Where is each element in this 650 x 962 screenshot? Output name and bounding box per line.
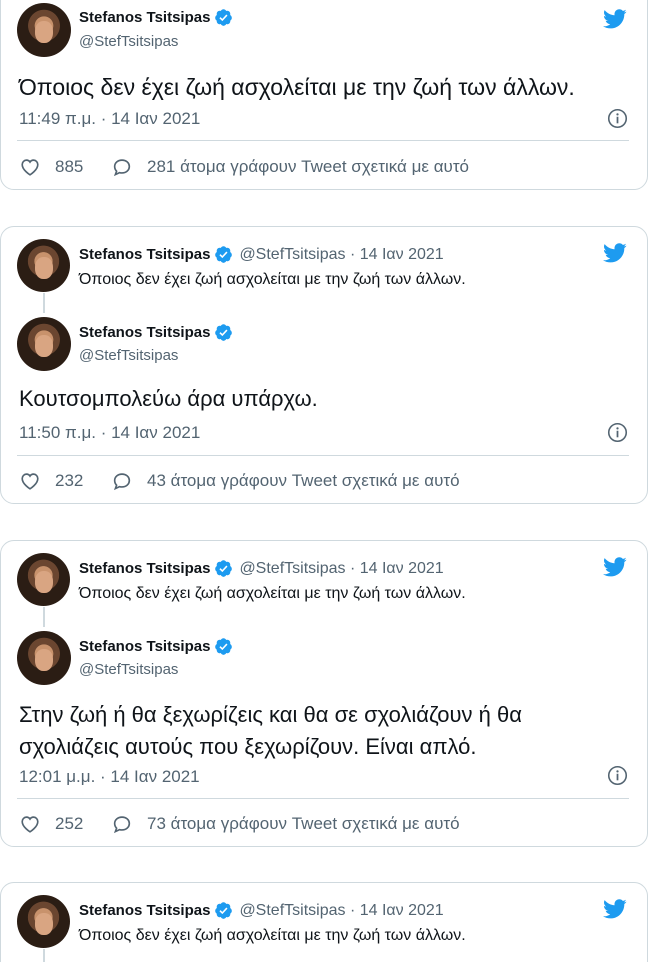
tweet-card-2[interactable]: Stefanos Tsitsipas @StefTsitsipas · 14 Ι… xyxy=(0,226,648,504)
divider xyxy=(17,455,629,456)
twitter-bird-icon[interactable] xyxy=(601,897,629,921)
author-name[interactable]: Stefanos Tsitsipas xyxy=(79,8,233,27)
tweet-timestamp[interactable]: 11:49 π.μ. · 14 Ιαν 2021 xyxy=(19,109,200,129)
author-name[interactable]: Stefanos Tsitsipas xyxy=(79,637,233,656)
quoted-handle-date: @StefTsitsipas · 14 Ιαν 2021 xyxy=(239,559,444,577)
reply-bubble-icon xyxy=(113,816,131,834)
quoted-author-name[interactable]: Stefanos Tsitsipas @StefTsitsipas · 14 Ι… xyxy=(79,559,444,578)
avatar[interactable] xyxy=(17,631,71,685)
like-button[interactable]: 885 xyxy=(19,156,83,178)
tweet-text-line-2: σχολιάζεις αυτούς που ξεχωρίζουν. Είναι … xyxy=(19,734,477,759)
tweet-text: Όποιος δεν έχει ζωή ασχολείται με την ζω… xyxy=(19,74,575,100)
avatar[interactable] xyxy=(17,3,71,57)
replies-link[interactable]: 43 άτομα γράφουν Tweet σχετικά με αυτό xyxy=(111,470,460,492)
verified-badge-icon xyxy=(215,324,233,341)
verified-badge-icon xyxy=(215,9,233,26)
tweet-card-4[interactable]: Stefanos Tsitsipas @StefTsitsipas · 14 Ι… xyxy=(0,882,648,962)
twitter-bird-icon[interactable] xyxy=(601,555,629,579)
tweet-timestamp[interactable]: 12:01 μ.μ. · 14 Ιαν 2021 xyxy=(19,767,200,787)
like-count: 885 xyxy=(55,157,84,176)
reply-bubble-icon xyxy=(113,473,131,491)
like-count: 252 xyxy=(55,814,84,833)
twitter-bird-icon[interactable] xyxy=(601,241,629,265)
info-icon[interactable] xyxy=(607,422,628,443)
author-handle[interactable]: @StefTsitsipas xyxy=(79,33,178,50)
author-handle[interactable]: @StefTsitsipas xyxy=(79,347,178,364)
divider xyxy=(17,798,629,799)
verified-badge-icon xyxy=(215,638,233,655)
avatar[interactable] xyxy=(17,553,70,606)
thread-line xyxy=(43,949,45,962)
replies-text: 73 άτομα γράφουν Tweet σχετικά με αυτό xyxy=(147,814,460,833)
replies-link[interactable]: 73 άτομα γράφουν Tweet σχετικά με αυτό xyxy=(111,813,460,835)
tweet-card-3[interactable]: Stefanos Tsitsipas @StefTsitsipas · 14 Ι… xyxy=(0,540,648,847)
quoted-handle-date: @StefTsitsipas · 14 Ιαν 2021 xyxy=(239,901,444,919)
quoted-text: Όποιος δεν έχει ζωή ασχολείται με την ζω… xyxy=(79,271,466,288)
replies-link[interactable]: 281 άτομα γράφουν Tweet σχετικά με αυτό xyxy=(111,156,469,178)
verified-badge-icon xyxy=(215,246,233,263)
avatar[interactable] xyxy=(17,239,70,292)
quoted-handle-date: @StefTsitsipas · 14 Ιαν 2021 xyxy=(239,245,444,263)
quoted-text: Όποιος δεν έχει ζωή ασχολείται με την ζω… xyxy=(79,927,466,944)
quoted-author-name[interactable]: Stefanos Tsitsipas @StefTsitsipas · 14 Ι… xyxy=(79,901,444,920)
thread-line xyxy=(43,607,45,627)
reply-bubble-icon xyxy=(113,159,131,177)
twitter-bird-icon[interactable] xyxy=(601,7,629,31)
heart-icon xyxy=(21,159,39,176)
quoted-text: Όποιος δεν έχει ζωή ασχολείται με την ζω… xyxy=(79,585,466,602)
like-button[interactable]: 232 xyxy=(19,470,83,492)
replies-text: 43 άτομα γράφουν Tweet σχετικά με αυτό xyxy=(147,471,460,490)
author-name[interactable]: Stefanos Tsitsipas xyxy=(79,323,233,342)
tweet-text-line-1: Στην ζωή ή θα ξεχωρίζεις και θα σε σχολι… xyxy=(19,702,522,727)
quoted-author-name[interactable]: Stefanos Tsitsipas @StefTsitsipas · 14 Ι… xyxy=(79,245,444,264)
like-count: 232 xyxy=(55,471,84,490)
tweet-card-1[interactable]: Stefanos Tsitsipas @StefTsitsipas Όποιος… xyxy=(0,0,648,190)
info-icon[interactable] xyxy=(607,765,628,786)
heart-icon xyxy=(21,816,39,833)
avatar[interactable] xyxy=(17,317,71,371)
heart-icon xyxy=(21,473,39,490)
thread-line xyxy=(43,293,45,313)
avatar[interactable] xyxy=(17,895,70,948)
info-icon[interactable] xyxy=(607,108,628,129)
verified-badge-icon xyxy=(215,560,233,577)
verified-badge-icon xyxy=(215,902,233,919)
tweet-text: Κουτσομπολεύω άρα υπάρχω. xyxy=(19,386,318,411)
divider xyxy=(17,140,629,141)
like-button[interactable]: 252 xyxy=(19,813,83,835)
tweet-timestamp[interactable]: 11:50 π.μ. · 14 Ιαν 2021 xyxy=(19,423,200,443)
author-handle[interactable]: @StefTsitsipas xyxy=(79,661,178,678)
replies-text: 281 άτομα γράφουν Tweet σχετικά με αυτό xyxy=(147,157,469,176)
